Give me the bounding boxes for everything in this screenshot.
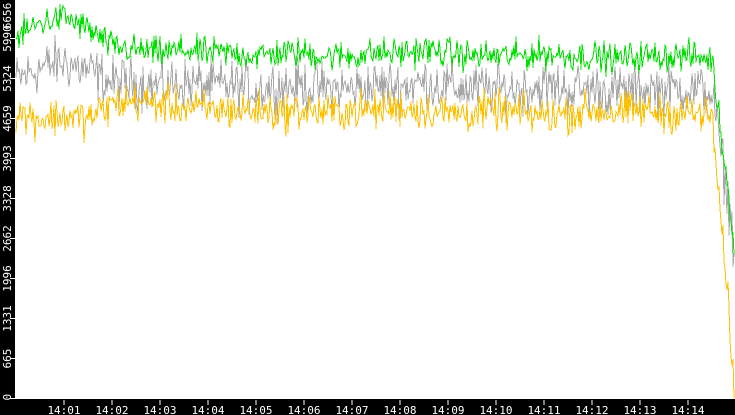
x-tick-label: 14:03 [143, 404, 176, 415]
x-tick-label: 14:11 [527, 404, 560, 415]
x-tick-label: 14:06 [287, 404, 320, 415]
x-tick-label: 14:02 [95, 404, 128, 415]
x-tick-label: 14:13 [623, 404, 656, 415]
x-tick-label: 14:14 [671, 404, 704, 415]
x-tick-label: 14:08 [383, 404, 416, 415]
y-axis: 0665133119962662332839934659532459906656 [1, 3, 15, 401]
x-tick-label: 14:12 [575, 404, 608, 415]
plot-area [15, 0, 735, 399]
x-tick-label: 14:04 [191, 404, 224, 415]
x-axis: 14:01 14:02 14:03 14:04 14:05 14:06 14:07 14:08… [47, 400, 705, 415]
chart-svg: 0665133119962662332839934659532459906656… [1, 0, 735, 415]
x-tick-label: 14:07 [335, 404, 368, 415]
y-tick-label: 3328 [1, 185, 14, 212]
y-tick-label: 6656 [1, 3, 14, 30]
y-tick-label: 5324 [1, 65, 14, 92]
y-tick-label: 0 [1, 394, 14, 401]
x-tick-label: 14:01 [47, 404, 80, 415]
x-tick-label: 14:05 [239, 404, 272, 415]
x-tick-label: 14:09 [431, 404, 464, 415]
x-tick-label: 14:10 [479, 404, 512, 415]
y-tick-label: 1996 [1, 265, 14, 292]
chart: 0 665 1331 1996 2662 3328 3993 4659 5324 5990 6656… [0, 0, 735, 415]
y-tick-label: 665 [1, 349, 14, 369]
y-tick-label: 4659 [1, 105, 14, 132]
y-tick-label: 3993 [1, 145, 14, 172]
y-tick-label: 1331 [1, 305, 14, 332]
y-tick-label: 2662 [1, 225, 14, 252]
